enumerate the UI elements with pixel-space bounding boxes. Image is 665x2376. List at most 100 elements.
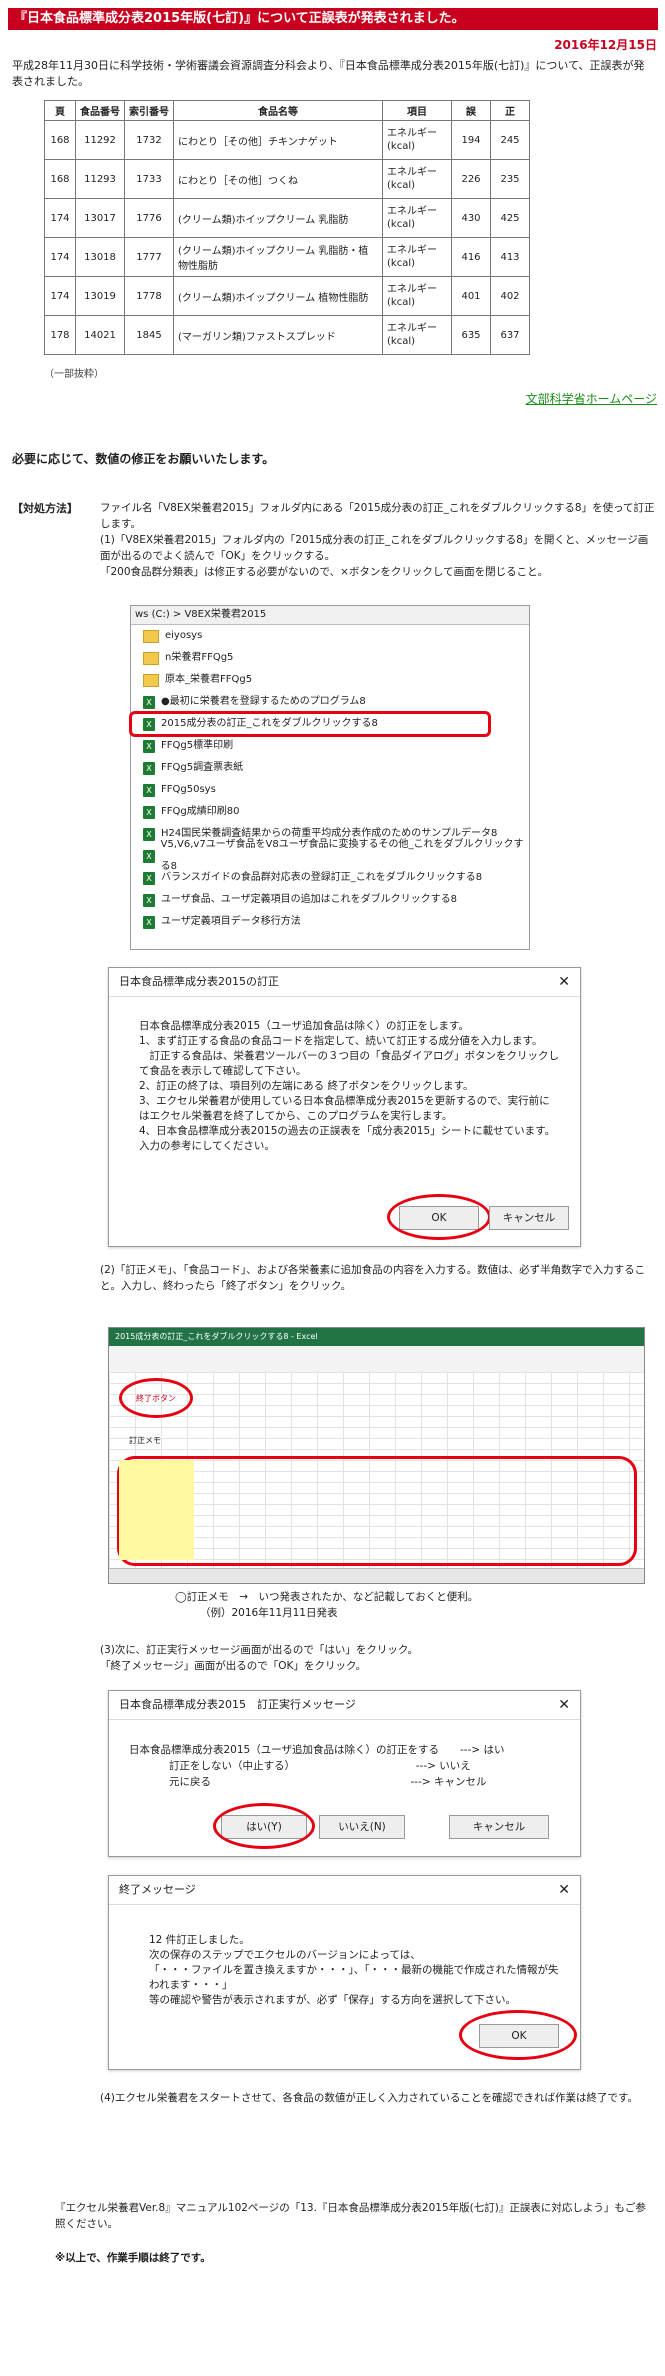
no-button[interactable]: いいえ(N) <box>319 1815 405 1839</box>
highlight-ring <box>213 1803 315 1849</box>
dialog-title: 日本食品標準成分表2015の訂正 ✕ <box>109 968 580 997</box>
table-row: 174 13017 1776 (クリーム類)ホイップクリーム 乳脂肪 エネルギー(kca… <box>44 198 530 238</box>
dialog-body: 日本食品標準成分表2015（ユーザ追加食品は除く）の訂正をする ---> はい … <box>109 1720 580 1790</box>
step-4-text: (4)エクセル栄養君をスタートさせて、各食品の数値が正しく入力されていることを確… <box>100 2090 655 2106</box>
excel-icon: X <box>143 805 155 819</box>
file-item[interactable]: X ユーザ食品、ユーザ定義項目の追加はこれをダブルクリックする8 <box>131 889 529 911</box>
step-3-text: (3)次に、訂正実行メッセージ画面が出るので「はい」をクリック。 「終了メッセー… <box>100 1642 655 1674</box>
close-icon[interactable]: ✕ <box>558 1876 570 1904</box>
file-item[interactable]: X バランスガイドの食品群対応表の登録訂正_これをダブルクリックする8 <box>131 867 529 889</box>
table-cell: 174 <box>44 276 76 316</box>
end-button-highlight[interactable]: 終了ボタン <box>119 1378 193 1418</box>
folder-icon <box>143 651 159 665</box>
table-cell: (クリーム類)ホイップクリーム 植物性脂肪 <box>173 276 383 316</box>
reference-text: 『エクセル栄養君Ver.8』マニュアル102ページの「13.『日本食品標準成分表… <box>55 2200 655 2266</box>
step-1: (1)「V8EX栄養君2015」フォルダ内の「2015成分表の訂正_これをダブル… <box>100 534 649 562</box>
table-cell: 1845 <box>124 315 174 355</box>
dialog-line: 等の確認や警告が表示されますが、必ず「保存」する方向を選択して下さい。 <box>149 1994 516 2006</box>
table-cell: 235 <box>490 159 530 199</box>
close-icon[interactable]: ✕ <box>558 1691 570 1719</box>
excel-icon: X <box>143 761 155 775</box>
table-header: 索引番号 <box>124 100 174 121</box>
mext-homepage-link[interactable]: 文部科学省ホームページ <box>526 390 657 407</box>
excel-icon: X <box>143 717 155 731</box>
correction-dialog: 日本食品標準成分表2015の訂正 ✕ 日本食品標準成分表2015（ユーザ追加食品… <box>108 967 581 1247</box>
table-cell: にわとり［その他］つくね <box>173 159 383 199</box>
explorer-file-list: eiyosys n栄養君FFQg5 原本_栄養君FFQg5 X ●最初に栄養君を登録する… <box>129 625 529 933</box>
table-header: 食品番号 <box>75 100 125 121</box>
file-item[interactable]: X ●最初に栄養君を登録するためのプログラム8 <box>131 691 529 713</box>
file-label: n栄養君FFQg5 <box>165 652 234 663</box>
step-3: (3)次に、訂正実行メッセージ画面が出るので「はい」をクリック。 <box>100 1644 419 1656</box>
close-icon[interactable]: ✕ <box>558 968 570 996</box>
table-cell: エネルギー(kcal) <box>382 315 452 355</box>
table-cell: エネルギー(kcal) <box>382 276 452 316</box>
memo-column <box>119 1460 194 1560</box>
table-cell: 1732 <box>124 120 174 160</box>
table-header: 頁 <box>44 100 76 121</box>
file-label: FFQg50sys <box>161 784 216 795</box>
finish-dialog: 終了メッセージ ✕ 12 件訂正しました。 次の保存のステップでエクセルのバージョ… <box>108 1875 581 2070</box>
table-cell: 413 <box>490 237 530 277</box>
dialog-line: 訂正をしない（中止する） ---> いいえ <box>169 1760 471 1772</box>
table-cell: 401 <box>451 276 491 316</box>
errata-table-wrap: 頁食品番号 索引番号 食品名等 項目誤正 168 11292 1732 にわとり［その他］チ… <box>44 100 530 355</box>
file-item[interactable]: X FFQg5標準印刷 <box>131 735 529 757</box>
file-label: ユーザ食品、ユーザ定義項目の追加はこれをダブルクリックする8 <box>161 894 457 905</box>
excel-icon: X <box>143 849 155 863</box>
table-cell: 1778 <box>124 276 174 316</box>
file-label: FFQg成績印刷80 <box>161 806 240 817</box>
table-cell: (クリーム類)ホイップクリーム 乳脂肪・植物性脂肪 <box>173 237 383 277</box>
table-cell: 168 <box>44 120 76 160</box>
excel-icon: X <box>143 695 155 709</box>
dialog-line: 訂正する食品は、栄養君ツールバーの３つ目の「食品ダイアログ」ボタンをクリックして… <box>139 1050 559 1077</box>
cancel-button[interactable]: キャンセル <box>489 1206 569 1230</box>
step-2-text: (2)「訂正メモ」、「食品コード」、および各栄養素に追加食品の内容を入力する。数… <box>100 1262 655 1294</box>
cancel-button[interactable]: キャンセル <box>449 1815 549 1839</box>
method-label: 【対処方法】 <box>12 502 78 515</box>
table-cell: 174 <box>44 237 76 277</box>
table-row: 178 14021 1845 (マーガリン類)ファストスプレッド エネルギー(kcal)… <box>44 315 530 355</box>
table-cell: 11292 <box>75 120 125 160</box>
page-title: 『日本食品標準成分表2015年版(七訂)』について正誤表が発表されました。 <box>8 8 658 30</box>
table-cell: 416 <box>451 237 491 277</box>
table-row: 174 13018 1777 (クリーム類)ホイップクリーム 乳脂肪・植物性脂肪 エネル… <box>44 237 530 277</box>
file-label: FFQg5標準印刷 <box>161 740 234 751</box>
table-cell: 174 <box>44 198 76 238</box>
file-item[interactable]: X ユーザ定義項目データ移行方法 <box>131 911 529 933</box>
table-cell: 245 <box>490 120 530 160</box>
table-cell: 178 <box>44 315 76 355</box>
table-header: 食品名等 <box>173 100 383 121</box>
table-cell: 226 <box>451 159 491 199</box>
memo-caption: ◯訂正メモ → いつ発表されたか、など記載しておくと便利。 <box>175 1591 479 1603</box>
dialog-line: 次の保存のステップでエクセルのバージョンによっては、 <box>149 1949 421 1961</box>
file-item[interactable]: X FFQg成績印刷80 <box>131 801 529 823</box>
excel-icon: X <box>143 739 155 753</box>
file-label: 2015成分表の訂正_これをダブルクリックする8 <box>161 718 378 729</box>
file-item[interactable]: eiyosys <box>131 625 529 647</box>
file-item[interactable]: X FFQg5調査票表紙 <box>131 757 529 779</box>
folder-icon <box>143 629 159 643</box>
excel-window: 2015成分表の訂正_これをダブルクリックする8 - Excel 終了ボタン 訂… <box>108 1327 645 1584</box>
file-item[interactable]: X 2015成分表の訂正_これをダブルクリックする8 <box>129 711 491 737</box>
table-cell: 13018 <box>75 237 125 277</box>
dialog-body: 12 件訂正しました。 次の保存のステップでエクセルのバージョンによっては、 「・・… <box>109 1905 580 2008</box>
dialog-line: 「・・・ファイルを置き換えますか・・・」、「・・・最新の機能で作成された情報が失… <box>149 1964 559 1991</box>
table-cell: 1776 <box>124 198 174 238</box>
file-label: FFQg5調査票表紙 <box>161 762 244 773</box>
file-item[interactable]: n栄養君FFQg5 <box>131 647 529 669</box>
reference: 『エクセル栄養君Ver.8』マニュアル102ページの「13.『日本食品標準成分表… <box>55 2202 646 2230</box>
table-cell: にわとり［その他］チキンナゲット <box>173 120 383 160</box>
file-item[interactable]: 原本_栄養君FFQg5 <box>131 669 529 691</box>
file-item[interactable]: X FFQg50sys <box>131 779 529 801</box>
excel-icon: X <box>143 915 155 929</box>
excel-sheet-tabs <box>109 1568 644 1583</box>
table-cell: エネルギー(kcal) <box>382 198 452 238</box>
step-2: (2)「訂正メモ」、「食品コード」、および各栄養素に追加食品の内容を入力する。数… <box>100 1264 646 1292</box>
table-cell: エネルギー(kcal) <box>382 120 452 160</box>
file-item[interactable]: X V5,V6,v7ユーザ食品をV8ユーザ食品に変換するその他_これをダブルクリッ… <box>131 839 529 872</box>
folder-icon <box>143 673 159 687</box>
table-cell: エネルギー(kcal) <box>382 237 452 277</box>
table-cell: 402 <box>490 276 530 316</box>
table-cell: エネルギー(kcal) <box>382 159 452 199</box>
